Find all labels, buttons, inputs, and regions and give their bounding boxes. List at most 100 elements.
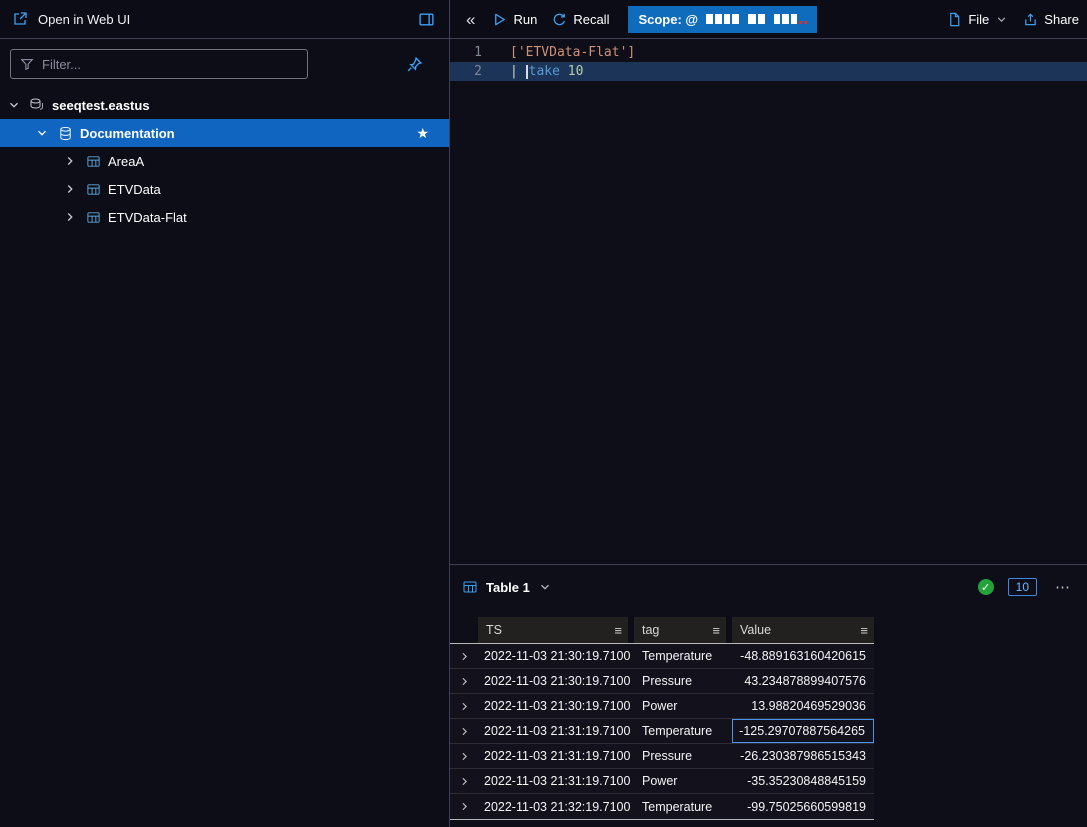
code-token-pipe: | bbox=[510, 64, 526, 79]
collapse-panel-button[interactable]: « bbox=[464, 11, 477, 28]
favorite-star-icon[interactable]: ★ bbox=[416, 126, 429, 140]
recall-button[interactable]: Recall bbox=[552, 12, 609, 27]
file-label: File bbox=[968, 12, 989, 27]
scope-selector[interactable]: Scope: @ bbox=[628, 6, 817, 33]
table-row[interactable]: 2022-11-03 21:32:19.7100 Temperature -99… bbox=[450, 794, 874, 819]
share-icon bbox=[1023, 12, 1038, 27]
open-in-web-ui-button[interactable]: Open in Web UI bbox=[38, 12, 130, 27]
row-expander-icon[interactable] bbox=[450, 769, 478, 793]
chevron-down-icon[interactable] bbox=[6, 98, 22, 112]
cell-tag[interactable]: Temperature bbox=[634, 644, 732, 668]
chevron-right-icon[interactable] bbox=[62, 154, 78, 168]
tree-item-table[interactable]: ETVData bbox=[0, 175, 449, 203]
filter-box bbox=[10, 49, 308, 79]
grid-header-expander bbox=[450, 617, 478, 643]
column-header-label: Value bbox=[740, 623, 771, 637]
more-options-button[interactable]: ⋯ bbox=[1053, 578, 1073, 596]
table-row[interactable]: 2022-11-03 21:30:19.7100 Temperature -48… bbox=[450, 644, 874, 669]
tree-item-table[interactable]: ETVData-Flat bbox=[0, 203, 449, 231]
tree-item-table[interactable]: AreaA bbox=[0, 147, 449, 175]
code-token-keyword: take bbox=[529, 64, 568, 79]
tree-item-database-selected[interactable]: Documentation ★ bbox=[0, 119, 449, 147]
cell-tag[interactable]: Power bbox=[634, 694, 732, 718]
cell-ts[interactable]: 2022-11-03 21:32:19.7100 bbox=[478, 794, 634, 819]
table-row[interactable]: 2022-11-03 21:31:19.7100 Power -35.35230… bbox=[450, 769, 874, 794]
connection-tree: seeqtest.eastus Documentation ★ AreaA ET bbox=[0, 91, 449, 231]
row-expander-icon[interactable] bbox=[450, 644, 478, 668]
table-row[interactable]: 2022-11-03 21:30:19.7100 Power 13.988204… bbox=[450, 694, 874, 719]
row-expander-icon[interactable] bbox=[450, 744, 478, 768]
file-menu-button[interactable]: File bbox=[947, 12, 1008, 27]
editor-line[interactable]: 1 ['ETVData-Flat'] bbox=[450, 43, 1087, 62]
row-expander-icon[interactable] bbox=[450, 669, 478, 693]
code-token-number: 10 bbox=[568, 64, 584, 79]
column-menu-icon[interactable]: ≡ bbox=[712, 624, 720, 637]
table-icon bbox=[85, 210, 101, 225]
main-body: seeqtest.eastus Documentation ★ AreaA ET bbox=[0, 39, 1087, 827]
cell-value[interactable]: -48.889163160420615 bbox=[732, 644, 874, 668]
row-count-badge[interactable]: 10 bbox=[1008, 578, 1037, 596]
column-menu-icon[interactable]: ≡ bbox=[860, 624, 868, 637]
share-button[interactable]: Share bbox=[1023, 12, 1079, 27]
cell-tag[interactable]: Temperature bbox=[634, 794, 732, 819]
table-row[interactable]: 2022-11-03 21:31:19.7100 Temperature -12… bbox=[450, 719, 874, 744]
pin-filter-icon[interactable] bbox=[406, 56, 423, 73]
share-label: Share bbox=[1044, 12, 1079, 27]
cell-ts[interactable]: 2022-11-03 21:31:19.7100 bbox=[478, 744, 634, 768]
cell-ts[interactable]: 2022-11-03 21:30:19.7100 bbox=[478, 669, 634, 693]
query-success-icon: ✓ bbox=[978, 579, 994, 595]
chevron-down-icon[interactable] bbox=[34, 126, 50, 140]
run-button[interactable]: Run bbox=[492, 12, 537, 27]
code-text: | take 10 bbox=[496, 62, 583, 81]
column-menu-icon[interactable]: ≡ bbox=[614, 624, 622, 637]
column-header-label: tag bbox=[642, 623, 659, 637]
text-cursor bbox=[526, 65, 528, 79]
filter-funnel-icon bbox=[20, 57, 34, 71]
row-expander-icon[interactable] bbox=[450, 794, 478, 819]
table-icon bbox=[85, 182, 101, 197]
cell-value[interactable]: 13.98820469529036 bbox=[732, 694, 874, 718]
recall-icon bbox=[552, 12, 567, 27]
code-token-string: ['ETVData-Flat'] bbox=[510, 45, 635, 60]
tree-item-cluster[interactable]: seeqtest.eastus bbox=[0, 91, 449, 119]
chevron-right-icon[interactable] bbox=[62, 210, 78, 224]
toggle-sidebar-panel-icon[interactable] bbox=[418, 11, 435, 28]
topbar-left-section: Open in Web UI bbox=[0, 0, 450, 38]
cell-tag[interactable]: Pressure bbox=[634, 744, 732, 768]
cell-tag[interactable]: Temperature bbox=[634, 719, 732, 743]
row-expander-icon[interactable] bbox=[450, 719, 478, 743]
chevron-right-icon[interactable] bbox=[62, 182, 78, 196]
cell-ts[interactable]: 2022-11-03 21:30:19.7100 bbox=[478, 644, 634, 668]
results-table-selector[interactable]: Table 1 bbox=[486, 580, 530, 595]
results-panel: Table 1 ✓ 10 ⋯ TS ≡ tag bbox=[450, 564, 1087, 827]
query-toolbar: « Run Recall Scope: @ bbox=[450, 0, 1087, 38]
cell-ts[interactable]: 2022-11-03 21:31:19.7100 bbox=[478, 769, 634, 793]
cell-value[interactable]: -35.35230848845159 bbox=[732, 769, 874, 793]
cell-tag[interactable]: Power bbox=[634, 769, 732, 793]
table-row[interactable]: 2022-11-03 21:30:19.7100 Pressure 43.234… bbox=[450, 669, 874, 694]
run-label: Run bbox=[513, 12, 537, 27]
table-label: AreaA bbox=[108, 154, 144, 169]
chevron-down-icon[interactable] bbox=[538, 580, 552, 594]
cell-ts[interactable]: 2022-11-03 21:31:19.7100 bbox=[478, 719, 634, 743]
cell-value[interactable]: -26.230387986515343 bbox=[732, 744, 874, 768]
database-label: Documentation bbox=[80, 126, 175, 141]
grid-header-ts[interactable]: TS ≡ bbox=[478, 617, 634, 643]
results-header: Table 1 ✓ 10 ⋯ bbox=[450, 565, 1087, 609]
line-number: 2 bbox=[450, 62, 496, 81]
cell-value-selected[interactable]: -125.29707887564265 bbox=[732, 719, 874, 743]
grid-header-tag[interactable]: tag ≡ bbox=[634, 617, 732, 643]
connections-sidebar: seeqtest.eastus Documentation ★ AreaA ET bbox=[0, 39, 450, 827]
results-grid: TS ≡ tag ≡ Value ≡ bbox=[450, 617, 874, 820]
cell-value[interactable]: -99.75025660599819 bbox=[732, 794, 874, 819]
grid-header-value[interactable]: Value ≡ bbox=[732, 617, 874, 643]
query-editor[interactable]: 1 ['ETVData-Flat'] 2 | take 10 bbox=[450, 39, 1087, 564]
row-expander-icon[interactable] bbox=[450, 694, 478, 718]
cell-value[interactable]: 43.234878899407576 bbox=[732, 669, 874, 693]
editor-line-current[interactable]: 2 | take 10 bbox=[450, 62, 1087, 81]
scope-label: Scope: @ bbox=[638, 12, 698, 27]
filter-input[interactable] bbox=[42, 57, 298, 72]
cell-ts[interactable]: 2022-11-03 21:30:19.7100 bbox=[478, 694, 634, 718]
cell-tag[interactable]: Pressure bbox=[634, 669, 732, 693]
table-row[interactable]: 2022-11-03 21:31:19.7100 Pressure -26.23… bbox=[450, 744, 874, 769]
